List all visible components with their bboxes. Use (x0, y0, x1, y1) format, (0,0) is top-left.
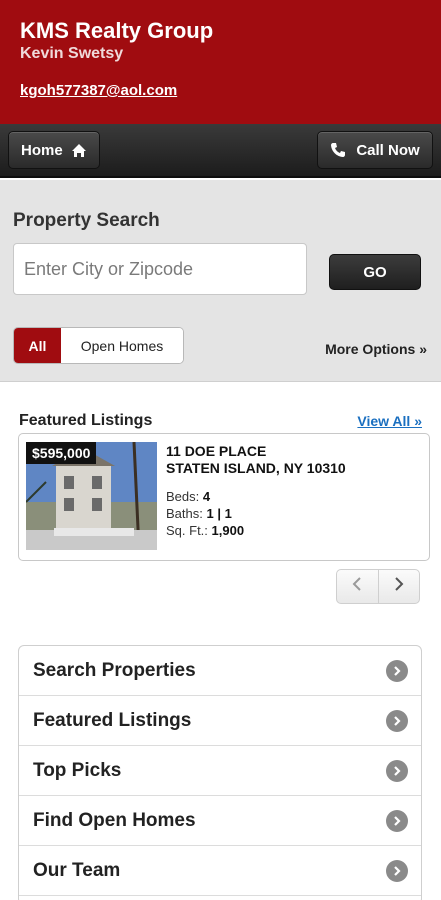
listing-address-line1: 11 DOE PLACE (166, 443, 267, 459)
menu-item-label: Our Team (33, 859, 121, 881)
call-now-label: Call Now (356, 141, 420, 159)
menu-item-search-properties[interactable]: Search Properties (19, 646, 421, 696)
chevron-right-icon (386, 659, 408, 682)
sqft-value: 1,900 (211, 523, 245, 538)
chevron-right-icon (386, 809, 408, 832)
listing-price: $595,000 (26, 442, 97, 464)
call-now-button[interactable]: Call Now (317, 131, 433, 169)
listing-photo[interactable]: $595,000 (26, 442, 157, 550)
listing-beds: Beds: 4 (166, 489, 210, 504)
company-name: KMS Realty Group (20, 18, 214, 43)
agent-name: Kevin Swetsy (20, 45, 124, 62)
home-label: Home (21, 141, 63, 159)
chevron-right-icon (386, 859, 408, 882)
go-button[interactable]: GO (329, 254, 421, 290)
chevron-right-icon (386, 759, 408, 782)
beds-value: 4 (202, 489, 211, 504)
featured-listings-heading: Featured Listings (19, 412, 153, 429)
listing-sqft: Sq. Ft.: 1,900 (166, 523, 244, 538)
property-search-panel: Property Search GO All Open Homes More O… (0, 180, 441, 382)
chevron-left-icon (352, 577, 362, 596)
menu-item-our-team[interactable]: Our Team (19, 846, 421, 896)
beds-label: Beds: (166, 489, 200, 504)
menu-item-label: Top Picks (33, 759, 122, 781)
nav-bar: Home Call Now (0, 124, 441, 178)
baths-value: 1 | 1 (206, 506, 232, 521)
view-all-link[interactable]: View All » (357, 413, 422, 429)
home-button[interactable]: Home (8, 131, 100, 169)
menu-item-find-open-homes[interactable]: Find Open Homes (19, 796, 421, 846)
main-menu: Search Properties Featured Listings Top … (18, 645, 422, 900)
filter-open-homes[interactable]: Open Homes (61, 328, 183, 363)
filter-segmented-control: All Open Homes (13, 327, 184, 364)
listing-card[interactable]: $595,000 11 DOE PLACE STATEN ISLAND, NY … (18, 433, 430, 561)
baths-label: Baths: (166, 506, 203, 521)
chevron-right-icon (386, 709, 408, 732)
property-search-title: Property Search (13, 210, 160, 231)
email-link[interactable]: kgoh577387@aol.com (20, 82, 177, 99)
filter-all[interactable]: All (14, 328, 61, 363)
header: KMS Realty Group Kevin Swetsy kgoh577387… (0, 0, 441, 124)
city-zip-input[interactable] (13, 243, 307, 295)
menu-item-label: Find Open Homes (33, 809, 196, 831)
listing-baths: Baths: 1 | 1 (166, 506, 232, 521)
listing-address-line2: STATEN ISLAND, NY 10310 (166, 460, 346, 476)
phone-icon (330, 142, 346, 158)
next-listing-button[interactable] (379, 570, 420, 603)
listing-pager (336, 569, 420, 604)
more-options-link[interactable]: More Options » (325, 341, 427, 357)
home-icon (71, 143, 87, 158)
prev-listing-button[interactable] (337, 570, 379, 603)
menu-item-label: Search Properties (33, 659, 196, 681)
sqft-label: Sq. Ft.: (166, 523, 208, 538)
chevron-right-icon (394, 577, 404, 596)
menu-item-featured-listings[interactable]: Featured Listings (19, 696, 421, 746)
menu-item-top-picks[interactable]: Top Picks (19, 746, 421, 796)
menu-item-label: Featured Listings (33, 709, 192, 731)
